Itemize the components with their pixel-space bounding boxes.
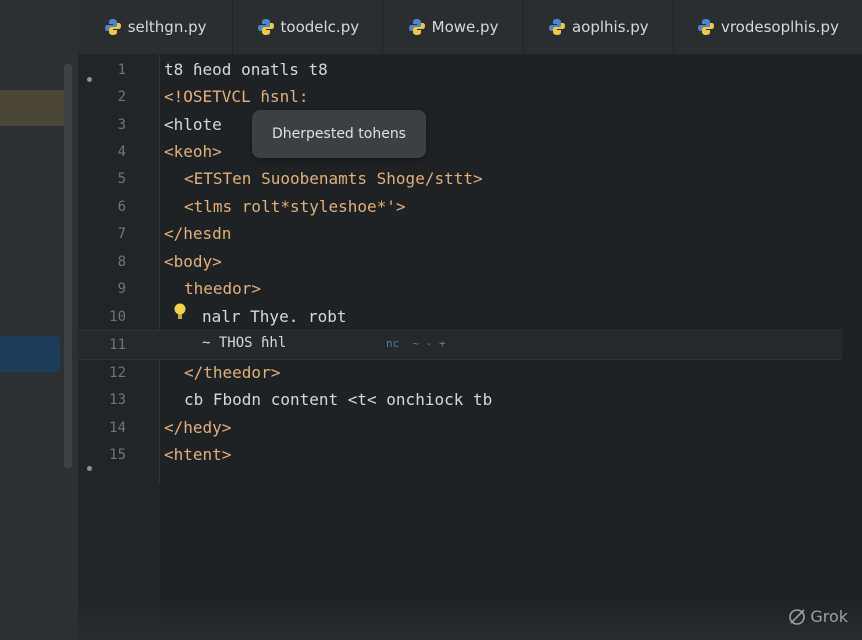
lightbulb-icon[interactable]	[174, 303, 186, 321]
grok-logo-icon	[789, 608, 806, 625]
tab-label: aoplhis.py	[571, 18, 649, 36]
line-number: 10	[109, 309, 126, 325]
code-line-10: nalr Thye. robt	[202, 307, 347, 326]
tab-label: Mowe.py	[431, 18, 499, 36]
line-number: 6	[117, 199, 126, 215]
tab-toodelc[interactable]: toodelc.py	[233, 0, 384, 54]
editor-bottom-fade	[78, 600, 862, 640]
code-line-1: t8 ɦeod onatls t8	[164, 60, 328, 79]
line-number: 12	[109, 365, 126, 381]
line-number: 15	[109, 447, 126, 463]
line-number: 4	[117, 144, 126, 160]
watermark-text: Grok	[810, 607, 848, 626]
code-line-4: <keoh>	[164, 142, 222, 161]
watermark: Grok	[788, 607, 848, 626]
code-line-13: cb Fbodn content <t< onchiock tb	[184, 390, 493, 409]
python-file-icon	[548, 19, 565, 35]
tab-label: selthgn.py	[127, 18, 207, 36]
code-line-5: <ETSTen Suoobenamts Shoge/sttt>	[184, 169, 483, 188]
line-number: 13	[109, 392, 126, 408]
code-line-3: <hlote	[164, 115, 222, 134]
code-line-14: </hedy>	[164, 418, 232, 437]
current-line-highlight	[78, 330, 842, 360]
tab-label: vrodesoplhis.py	[720, 18, 839, 36]
tab-selthgn[interactable]: selthgn.py	[78, 0, 234, 54]
tab-aoplhis[interactable]: aoplhis.py	[524, 0, 674, 54]
editor-tab-bar: selthgn.py toodelc.py Mowe.py aoplhis.py…	[78, 0, 862, 54]
code-line-15: <htent>	[164, 445, 232, 464]
line-number: 8	[117, 254, 126, 270]
hover-tooltip: Dherpested tohens	[252, 110, 426, 158]
line-number: 9	[117, 281, 126, 297]
code-line-8: <body>	[164, 252, 222, 271]
gutter-border	[159, 54, 160, 484]
code-line-12: </theedor>	[184, 363, 281, 382]
line-number: 2	[117, 89, 126, 105]
sidebar	[0, 0, 90, 640]
python-file-icon	[697, 19, 714, 35]
tab-vrodesoplhis[interactable]: vrodesoplhis.py	[674, 0, 862, 54]
code-line-11-trailing: nc ~ - +	[386, 337, 446, 350]
python-file-icon	[104, 19, 121, 35]
sidebar-scrollbar[interactable]	[64, 64, 72, 468]
line-number: 7	[117, 226, 126, 242]
sidebar-selected-item[interactable]	[0, 336, 60, 372]
code-editor[interactable]: 1 2 3 4 5 6 7 8 9 10 11 12 13 14 15 t8 ɦ…	[78, 54, 862, 640]
line-number: 1	[117, 62, 126, 78]
sidebar-highlight-yellow[interactable]	[0, 90, 70, 126]
line-number: 14	[109, 420, 126, 436]
tooltip-text: Dherpested tohens	[272, 126, 406, 142]
code-line-9: theedor>	[184, 279, 262, 298]
python-file-icon	[408, 19, 425, 35]
python-file-icon	[257, 19, 274, 35]
code-line-7: </hesdn	[164, 224, 232, 243]
line-number: 3	[117, 117, 126, 133]
line-number: 11	[109, 337, 126, 353]
tab-mowe[interactable]: Mowe.py	[383, 0, 524, 54]
code-line-2: <!OSETVCL ɦsnl:	[164, 87, 309, 106]
line-number: 5	[117, 171, 126, 187]
tab-label: toodelc.py	[280, 18, 360, 36]
gutter-marker-dot	[87, 466, 92, 471]
code-line-6: <tlms rolt*styleshoe*'>	[184, 197, 406, 216]
gutter-marker-dot	[87, 77, 92, 82]
code-line-11: ~ THOS ɦhl	[202, 335, 287, 351]
